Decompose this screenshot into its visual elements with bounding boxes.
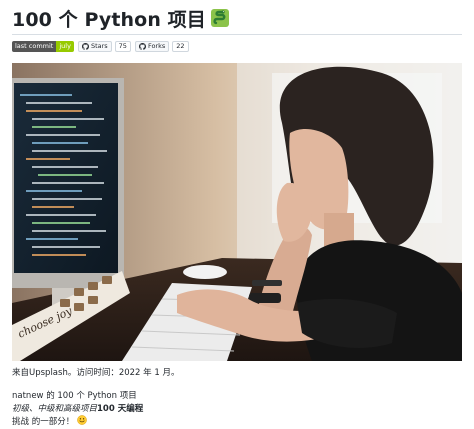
github-icon [81,42,89,50]
intro-line-1: natnew 的 100 个 Python 项目 [12,391,137,401]
intro-line-2-bold: 100 天编程 [97,404,144,414]
page-title-text: 100 个 Python 项目 [12,8,206,31]
last-commit-label: last commit [12,40,57,52]
snake-icon [210,8,230,28]
intro-line-2-italic: 初级、中级和高级项目 [12,404,98,414]
intro-line-2: 初级、中级和高级项目100 天编程 [12,402,143,414]
intro-line-3-text: 挑战 的一部分！ [12,417,75,427]
github-icon [138,42,146,50]
github-stars-badge[interactable]: Stars 75 [77,40,131,52]
stars-label: Stars [90,41,108,50]
stars-button[interactable]: Stars [77,40,112,52]
badge-row: last commit july Stars 75 Forks 22 [12,40,189,52]
forks-button[interactable]: Forks [134,40,170,52]
smiley-icon [77,415,87,427]
last-commit-value: july [56,40,74,52]
last-commit-badge[interactable]: last commit july [12,40,74,52]
intro-line-3: 挑战 的一部分！ [12,415,87,427]
image-caption: 来自Upsplash。访问时间：2022 年 1 月。 [12,368,180,378]
github-forks-badge[interactable]: Forks 22 [134,40,189,52]
title-divider [12,34,462,35]
forks-count: 22 [172,40,189,52]
stars-count: 75 [114,40,131,52]
photo-woman-coding-image: choose joy [12,63,462,361]
hero-photo: choose joy [12,63,462,361]
page-title: 100 个 Python 项目 [12,4,230,32]
forks-label: Forks [147,41,166,50]
